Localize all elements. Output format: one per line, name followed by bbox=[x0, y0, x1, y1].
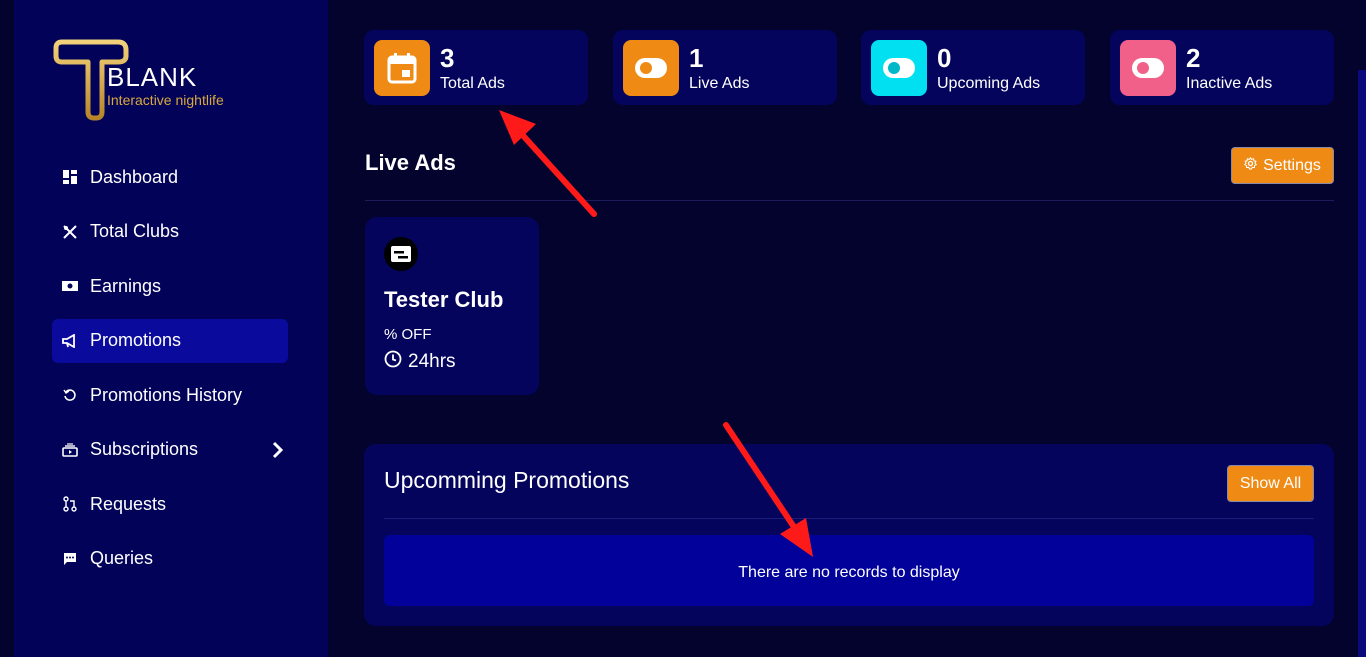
sidebar-item-label: Requests bbox=[90, 493, 167, 514]
chevron-right-icon[interactable] bbox=[268, 440, 288, 460]
stat-card-inactive-ads[interactable]: 2 Inactive Ads bbox=[1110, 30, 1334, 105]
sidebar-item-label: Promotions History bbox=[90, 384, 243, 405]
sidebar-item-promotions-history[interactable]: Promotions History bbox=[52, 373, 288, 417]
subscriptions-icon bbox=[62, 442, 78, 458]
sidebar-item-label: Earnings bbox=[90, 275, 162, 296]
stat-card-total-ads[interactable]: 3 Total Ads bbox=[364, 30, 588, 105]
stat-label: Live Ads bbox=[689, 75, 750, 92]
toggle-icon bbox=[623, 40, 679, 96]
show-all-button[interactable]: Show All bbox=[1227, 465, 1314, 502]
toggle-icon bbox=[1120, 40, 1176, 96]
brand-tagline: Interactive nightlife bbox=[107, 92, 224, 108]
brand-name: BLANK bbox=[107, 62, 198, 92]
stat-value: 2 bbox=[1186, 43, 1201, 73]
arrow-to-total-ads bbox=[499, 110, 597, 217]
section-divider bbox=[365, 200, 1334, 201]
sidebar-item-label: Promotions bbox=[90, 330, 182, 350]
duration-value: 24hrs bbox=[408, 351, 456, 372]
chat-icon bbox=[62, 551, 78, 567]
sidebar-item-dashboard[interactable]: Dashboard bbox=[52, 155, 288, 199]
club-name: Tester Club bbox=[384, 287, 504, 312]
settings-label: Settings bbox=[1263, 156, 1321, 174]
sidebar-item-label: Total Clubs bbox=[90, 221, 180, 241]
offer-text: % OFF bbox=[384, 326, 432, 343]
megaphone-icon bbox=[62, 333, 78, 349]
sidebar-item-subscriptions[interactable]: Subscriptions bbox=[52, 428, 288, 472]
dashboard-icon bbox=[62, 169, 78, 185]
gear-icon bbox=[1244, 156, 1258, 175]
sidebar-nav: Dashboard Total Clubs Earnings Promotion… bbox=[52, 155, 288, 591]
upcoming-promotions-title: Upcomming Promotions bbox=[384, 467, 630, 493]
sidebar-item-requests[interactable]: Requests bbox=[52, 482, 288, 526]
ticket-icon bbox=[384, 237, 418, 271]
duration: 24hrs bbox=[384, 350, 456, 374]
pull-request-icon bbox=[62, 496, 78, 512]
stat-label: Upcoming Ads bbox=[937, 75, 1041, 92]
sidebar-item-earnings[interactable]: Earnings bbox=[52, 264, 288, 308]
live-ads-title: Live Ads bbox=[365, 150, 456, 175]
clock-icon bbox=[384, 350, 402, 374]
calendar-icon bbox=[374, 40, 430, 96]
live-ad-card[interactable]: Tester Club % OFF 24hrs bbox=[365, 217, 539, 395]
empty-state: There are no records to display bbox=[384, 535, 1314, 606]
sidebar-item-label: Dashboard bbox=[90, 166, 179, 187]
scrollbar[interactable] bbox=[1358, 70, 1366, 657]
sidebar-item-label: Queries bbox=[90, 548, 154, 568]
sidebar-item-label: Subscriptions bbox=[90, 439, 199, 459]
stat-value: 0 bbox=[937, 43, 952, 73]
history-icon bbox=[62, 387, 78, 403]
toggle-icon bbox=[871, 40, 927, 96]
stat-value: 3 bbox=[440, 43, 455, 73]
sidebar-item-promotions[interactable]: Promotions bbox=[52, 318, 288, 363]
stat-card-live-ads[interactable]: 1 Live Ads bbox=[613, 30, 837, 105]
upcoming-promotions-panel: Upcomming Promotions Show All There are … bbox=[364, 444, 1334, 626]
utensils-icon bbox=[62, 224, 78, 240]
stat-value: 1 bbox=[689, 43, 704, 73]
brand-logo[interactable]: BLANK Interactive nightlife bbox=[52, 38, 252, 122]
money-icon bbox=[62, 278, 78, 294]
sidebar-item-queries[interactable]: Queries bbox=[52, 537, 288, 581]
stat-label: Inactive Ads bbox=[1186, 75, 1273, 92]
panel-divider bbox=[384, 518, 1314, 519]
stat-label: Total Ads bbox=[440, 75, 505, 92]
sidebar-item-total-clubs[interactable]: Total Clubs bbox=[52, 210, 288, 254]
sidebar: BLANK Interactive nightlife Dashboard To… bbox=[14, 0, 328, 657]
stat-card-upcoming-ads[interactable]: 0 Upcoming Ads bbox=[861, 30, 1085, 105]
settings-button[interactable]: Settings bbox=[1231, 147, 1334, 184]
